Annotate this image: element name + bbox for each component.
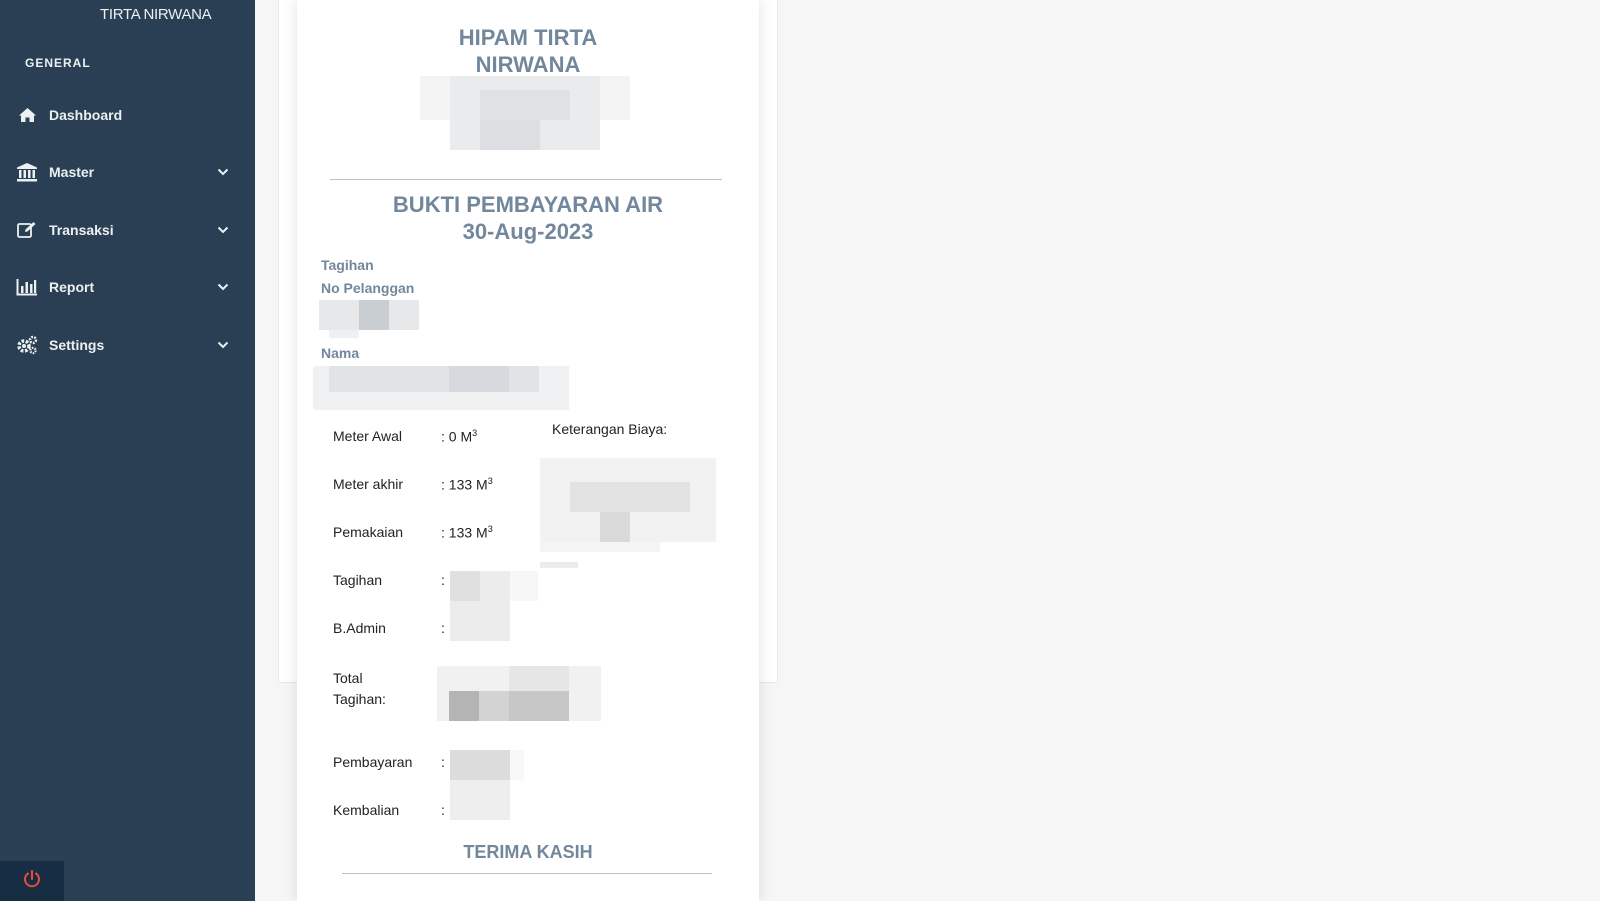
sidebar-item-dashboard[interactable]: Dashboard xyxy=(0,86,255,144)
badmin-label: B.Admin xyxy=(333,620,386,636)
power-icon xyxy=(22,869,42,894)
receipt-title: BUKTI PEMBAYARAN AIR xyxy=(392,192,664,217)
brand-title[interactable]: TIRTA NIRWANA xyxy=(100,6,212,23)
sidebar-item-label: Settings xyxy=(49,336,105,353)
sidebar: TIRTA NIRWANA GENERAL Dashboard Master T… xyxy=(0,0,255,901)
gears-icon xyxy=(16,335,38,355)
pembayaran-label: Pembayaran xyxy=(333,754,413,770)
home-icon xyxy=(16,105,38,125)
logout-button[interactable] xyxy=(0,861,64,901)
tagihan-row-colon: : xyxy=(441,572,445,588)
edit-icon xyxy=(16,220,38,240)
pemakaian-value: : 133 M3 xyxy=(441,524,493,541)
meter-awal-label: Meter Awal xyxy=(333,428,402,444)
tagihan-row-label: Tagihan xyxy=(333,572,383,588)
sidebar-item-label: Report xyxy=(49,279,95,296)
divider xyxy=(330,179,722,180)
kembalian-colon: : xyxy=(441,802,445,818)
sidebar-menu: Dashboard Master Transaksi Report Settin… xyxy=(0,86,255,374)
sidebar-item-transaksi[interactable]: Transaksi xyxy=(0,201,255,259)
receipt-footer: TERIMA KASIH xyxy=(463,842,593,862)
meter-awal-value: : 0 M3 xyxy=(441,428,478,445)
org-name-line2: NIRWANA xyxy=(475,52,581,77)
badmin-colon: : xyxy=(441,620,445,636)
meter-akhir-value: : 133 M3 xyxy=(441,476,493,493)
redacted-payment-values xyxy=(450,750,526,820)
pemakaian-label: Pemakaian xyxy=(333,524,404,540)
bar-chart-icon xyxy=(16,277,38,297)
nama-label: Nama xyxy=(321,345,360,361)
total-tagihan-label: Total Tagihan: xyxy=(333,670,386,707)
sidebar-item-settings[interactable]: Settings xyxy=(0,316,255,374)
org-name-line1: HIPAM TIRTA xyxy=(458,25,598,50)
redacted-tagihan-values xyxy=(450,571,540,641)
menu-section-title: GENERAL xyxy=(25,56,91,70)
chevron-down-icon xyxy=(216,223,230,237)
sidebar-item-report[interactable]: Report xyxy=(0,259,255,317)
payment-receipt: HIPAM TIRTA NIRWANA BUKTI PEMBAYARAN AIR… xyxy=(297,0,759,901)
chevron-down-icon xyxy=(216,165,230,179)
redacted-address xyxy=(420,76,630,150)
pembayaran-colon: : xyxy=(441,754,445,770)
footer-divider xyxy=(342,873,712,874)
redacted-keterangan xyxy=(540,458,716,572)
tagihan-label: Tagihan xyxy=(321,257,374,273)
sidebar-item-label: Master xyxy=(49,164,95,181)
keterangan-biaya-label: Keterangan Biaya: xyxy=(552,421,668,437)
sidebar-item-master[interactable]: Master xyxy=(0,144,255,202)
meter-akhir-label: Meter akhir xyxy=(333,476,404,492)
chevron-down-icon xyxy=(216,280,230,294)
sidebar-item-label: Transaksi xyxy=(49,221,114,238)
redacted-customer-name xyxy=(313,366,569,410)
redacted-total xyxy=(437,666,601,721)
redacted-customer-number xyxy=(319,300,419,338)
sidebar-item-label: Dashboard xyxy=(49,106,123,123)
chevron-down-icon xyxy=(216,338,230,352)
kembalian-label: Kembalian xyxy=(333,802,400,818)
no-pelanggan-label: No Pelanggan xyxy=(321,280,415,296)
bank-icon xyxy=(16,162,38,182)
receipt-date: 30-Aug-2023 xyxy=(462,219,594,244)
